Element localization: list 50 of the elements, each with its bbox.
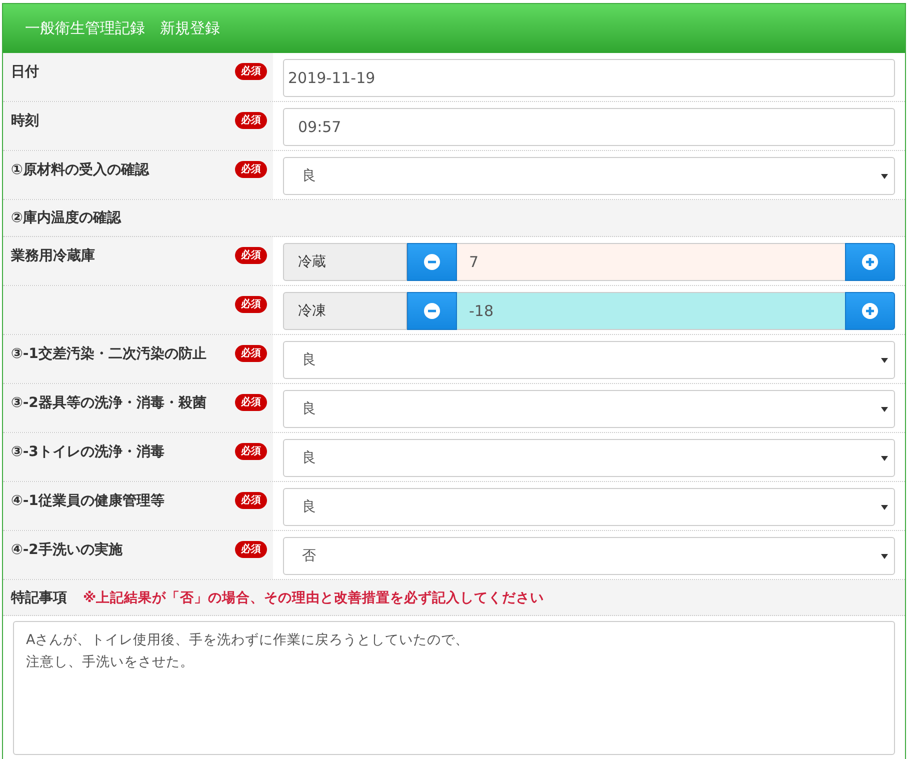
plus-icon xyxy=(862,254,878,270)
minus-button[interactable] xyxy=(407,292,457,330)
required-badge: 必須 xyxy=(235,541,267,558)
field-label: ①原材料の受入の確認 xyxy=(11,161,149,179)
minus-icon xyxy=(424,303,440,319)
required-badge: 必須 xyxy=(235,443,267,460)
field-label: 特記事項 xyxy=(11,588,67,606)
field-label: ③-3トイレの洗浄・消毒 xyxy=(11,443,164,461)
required-badge: 必須 xyxy=(235,394,267,411)
select-field[interactable]: 良 xyxy=(283,488,895,526)
minus-icon xyxy=(424,254,440,270)
section-title: ②庫内温度の確認 xyxy=(11,209,121,227)
input-field[interactable]: 09:57 xyxy=(283,108,895,146)
caret-icon xyxy=(881,174,888,178)
field-label: ④-1従業員の健康管理等 xyxy=(11,492,164,510)
caret-icon xyxy=(881,358,888,362)
caret-icon xyxy=(881,406,888,412)
caret-icon xyxy=(881,504,888,510)
select-field[interactable]: 良 xyxy=(283,439,895,477)
caret-icon xyxy=(881,456,888,460)
field-label: 時刻 xyxy=(11,112,39,130)
field-label: ③-1交差汚染・二次汚染の防止 xyxy=(11,345,206,363)
plus-button[interactable] xyxy=(845,292,895,330)
required-badge: 必須 xyxy=(235,247,267,264)
required-badge: 必須 xyxy=(235,112,267,129)
plus-button[interactable] xyxy=(845,243,895,281)
required-badge: 必須 xyxy=(235,492,267,509)
required-badge: 必須 xyxy=(235,161,267,178)
minus-button[interactable] xyxy=(407,243,457,281)
number-field[interactable]: 7 xyxy=(457,243,845,281)
page-title: 一般衛生管理記録 新規登録 xyxy=(25,19,220,38)
required-badge: 必須 xyxy=(235,296,267,313)
required-badge: 必須 xyxy=(235,63,267,80)
input-field[interactable]: 2019-11-19 xyxy=(283,59,895,97)
field-label: 日付 xyxy=(11,63,39,81)
required-badge: 必須 xyxy=(235,345,267,362)
select-field[interactable]: 良 xyxy=(283,390,895,428)
select-field[interactable]: 良 xyxy=(283,157,895,195)
plus-icon xyxy=(862,303,878,319)
warning-note: ※上記結果が「否」の場合、その理由と改善措置を必ず記入してください xyxy=(83,588,544,606)
field-label: ③-2器具等の洗浄・消毒・殺菌 xyxy=(11,394,206,412)
remarks-textarea[interactable]: Aさんが、トイレ使用後、手を洗わずに作業に戻ろうとしていたので、 注意し、手洗いをさせた。 xyxy=(13,621,895,755)
select-field[interactable]: 否 xyxy=(283,537,895,575)
caret-icon xyxy=(881,554,888,558)
field-label: ④-2手洗いの実施 xyxy=(11,541,122,559)
input-addon: 冷蔵 xyxy=(283,243,407,281)
number-field[interactable]: -18 xyxy=(457,292,845,330)
field-label: 業務用冷蔵庫 xyxy=(11,247,95,265)
input-addon: 冷凍 xyxy=(283,292,407,330)
select-field[interactable]: 良 xyxy=(283,341,895,379)
